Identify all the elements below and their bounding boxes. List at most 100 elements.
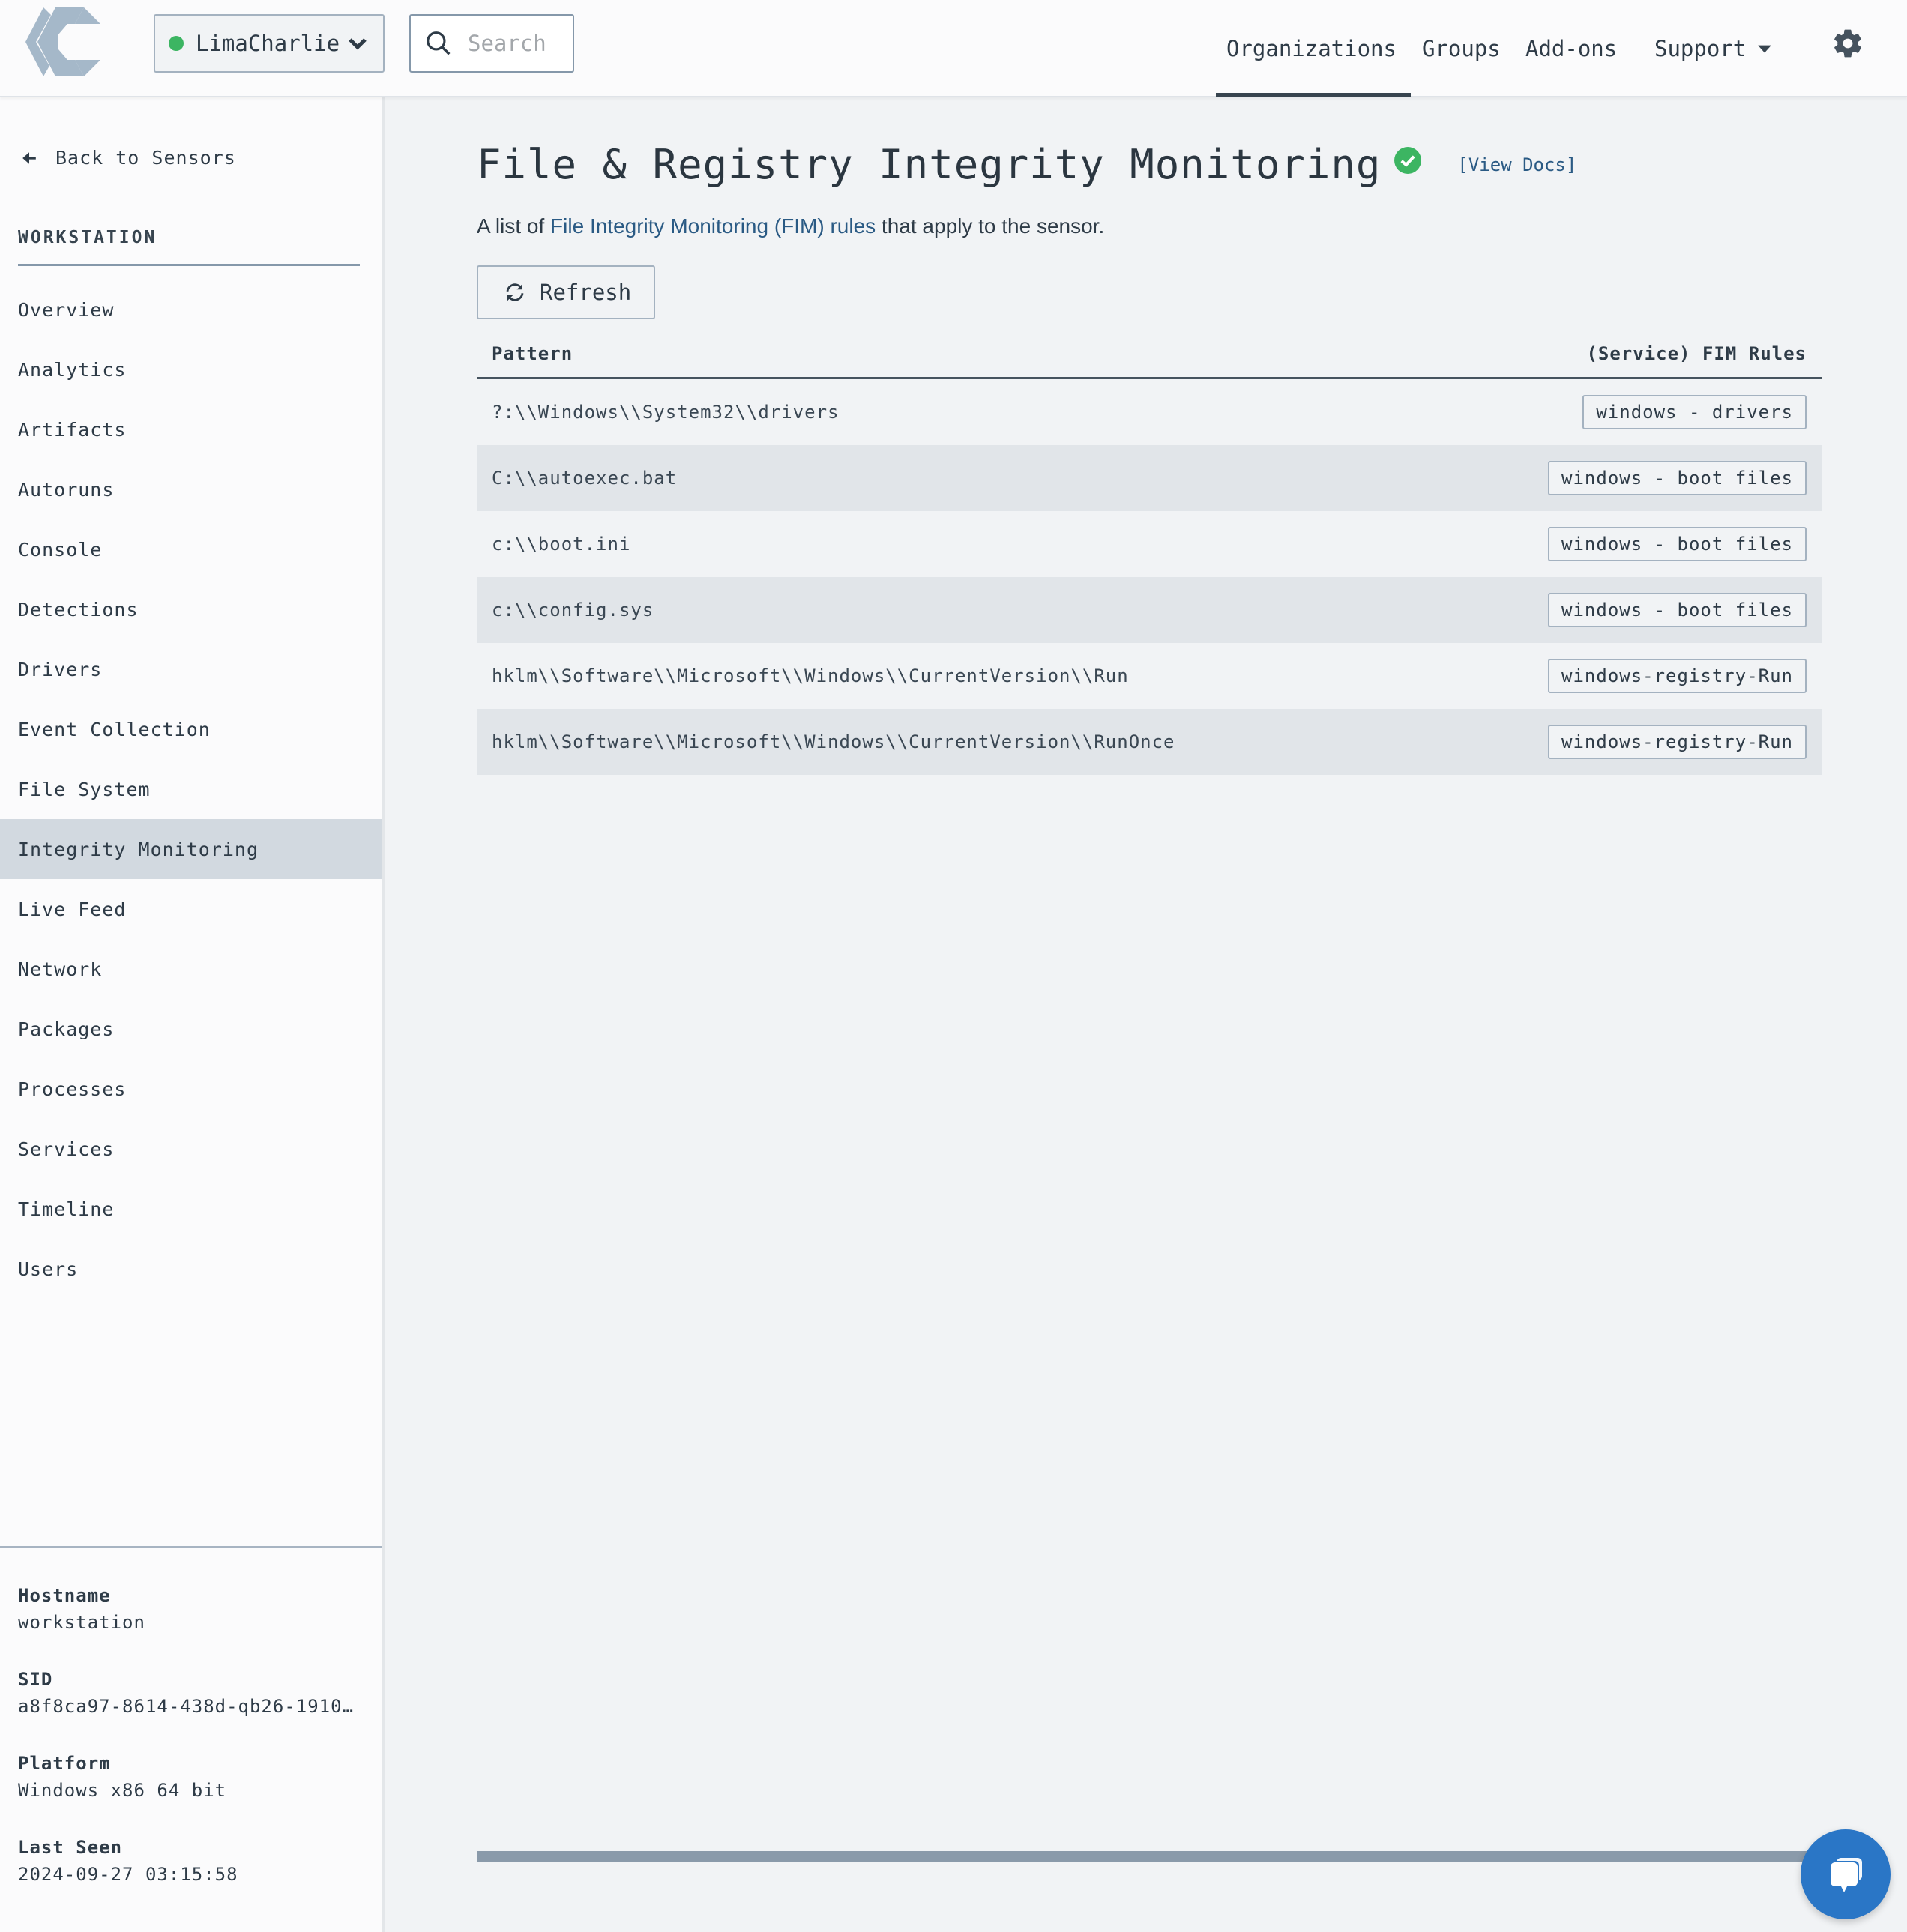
hostname-value: workstation: [18, 1612, 145, 1633]
search-input[interactable]: [468, 31, 558, 56]
caret-down-icon: [1758, 45, 1772, 53]
sidebar: Back to Sensors WORKSTATION Overview Ana…: [0, 97, 385, 1932]
platform-value: Windows x86 64 bit: [18, 1780, 227, 1801]
sidebar-item-label: Drivers: [18, 658, 103, 680]
section-divider: [18, 264, 360, 266]
sensor-details: Hostname workstation SID a8f8ca97-8614-4…: [18, 1585, 354, 1921]
sidebar-item-packages[interactable]: Packages: [0, 999, 382, 1059]
sidebar-item-network[interactable]: Network: [0, 939, 382, 999]
chevron-down-icon: [349, 38, 367, 50]
fim-rule-badge[interactable]: windows-registry-Run: [1548, 659, 1807, 693]
sidebar-item-integrity-monitoring[interactable]: Integrity Monitoring: [0, 819, 382, 879]
limacharlie-logo-icon[interactable]: [25, 6, 118, 78]
last-seen-label: Last Seen: [18, 1837, 123, 1858]
sidebar-item-services[interactable]: Services: [0, 1119, 382, 1179]
sidebar-item-label: Processes: [18, 1078, 127, 1100]
hostname-label: Hostname: [18, 1585, 111, 1606]
nav-groups[interactable]: Groups: [1422, 0, 1501, 97]
search-icon: [427, 31, 451, 55]
sidebar-item-timeline[interactable]: Timeline: [0, 1179, 382, 1239]
refresh-button[interactable]: Refresh: [477, 265, 655, 319]
nav-organizations[interactable]: Organizations: [1226, 0, 1397, 97]
title-row: File & Registry Integrity Monitoring [Vi…: [477, 141, 1576, 188]
sensor-section-title: WORKSTATION: [18, 228, 157, 247]
back-to-sensors-label: Back to Sensors: [55, 147, 236, 169]
pattern-cell: ?:\\Windows\\System32\\drivers: [492, 402, 840, 423]
fim-rule-badge[interactable]: windows - boot files: [1548, 593, 1807, 627]
page-title: File & Registry Integrity Monitoring: [477, 141, 1382, 188]
sid-value[interactable]: a8f8ca97-8614-438d-qb26-1910…: [18, 1696, 354, 1753]
sidebar-item-event-collection[interactable]: Event Collection: [0, 699, 382, 759]
gear-icon[interactable]: [1831, 27, 1864, 60]
back-to-sensors-link[interactable]: Back to Sensors: [21, 147, 236, 169]
pattern-cell: c:\\boot.ini: [492, 534, 631, 555]
column-header-pattern[interactable]: Pattern: [492, 343, 573, 364]
fim-rules-link[interactable]: File Integrity Monitoring (FIM) rules: [550, 214, 876, 238]
sidebar-item-label: Packages: [18, 1018, 115, 1040]
column-header-fim-rules[interactable]: (Service) FIM Rules: [1586, 343, 1807, 364]
nav-support-label: Support: [1654, 36, 1747, 61]
sidebar-item-analytics[interactable]: Analytics: [0, 339, 382, 399]
pattern-cell: c:\\config.sys: [492, 600, 654, 621]
table-row: ?:\\Windows\\System32\\drivers windows -…: [477, 379, 1822, 445]
check-circle-icon: [1394, 146, 1422, 174]
sidebar-item-label: Artifacts: [18, 418, 127, 441]
top-header: LimaCharlie Organizations Groups Add-ons…: [0, 0, 1907, 97]
refresh-label: Refresh: [540, 280, 632, 305]
nav-add-ons-label: Add-ons: [1525, 36, 1618, 61]
page-description: A list of File Integrity Monitoring (FIM…: [477, 214, 1104, 238]
sidebar-item-label: Live Feed: [18, 898, 127, 920]
chat-icon: [1831, 1858, 1862, 1892]
fim-rules-table: Pattern (Service) FIM Rules ?:\\Windows\…: [477, 330, 1822, 775]
org-status-dot: [169, 36, 184, 51]
sidebar-item-label: Timeline: [18, 1198, 115, 1220]
pattern-cell: C:\\autoexec.bat: [492, 468, 678, 489]
nav-active-indicator: [1216, 93, 1411, 97]
sidebar-item-label: Console: [18, 538, 103, 561]
fim-rule-badge[interactable]: windows - drivers: [1582, 395, 1807, 429]
sidebar-item-drivers[interactable]: Drivers: [0, 639, 382, 699]
sidebar-item-label: Event Collection: [18, 718, 211, 740]
view-docs-link[interactable]: [View Docs]: [1457, 154, 1576, 175]
sensor-menu: Overview Analytics Artifacts Autoruns Co…: [0, 280, 382, 1299]
sidebar-item-label: Analytics: [18, 358, 127, 381]
nav-organizations-label: Organizations: [1226, 36, 1397, 61]
details-divider: [0, 1546, 382, 1548]
sidebar-item-label: Overview: [18, 298, 115, 321]
sidebar-item-console[interactable]: Console: [0, 519, 382, 579]
sidebar-item-label: Autoruns: [18, 478, 115, 501]
description-suffix: that apply to the sensor.: [876, 214, 1105, 238]
sidebar-item-autoruns[interactable]: Autoruns: [0, 459, 382, 519]
nav-support[interactable]: Support: [1654, 0, 1773, 97]
chat-button[interactable]: [1801, 1829, 1891, 1919]
horizontal-scrollbar[interactable]: [477, 1851, 1834, 1862]
sidebar-item-label: Services: [18, 1138, 115, 1160]
table-row: c:\\boot.ini windows - boot files: [477, 511, 1822, 577]
sidebar-item-overview[interactable]: Overview: [0, 280, 382, 339]
pattern-cell: hklm\\Software\\Microsoft\\Windows\\Curr…: [492, 665, 1129, 686]
sidebar-item-label: Integrity Monitoring: [18, 838, 259, 860]
sidebar-item-detections[interactable]: Detections: [0, 579, 382, 639]
org-selector[interactable]: LimaCharlie: [154, 14, 385, 73]
fim-rule-badge[interactable]: windows-registry-Run: [1548, 725, 1807, 759]
search-box[interactable]: [409, 14, 574, 73]
sidebar-item-label: Network: [18, 958, 103, 980]
sidebar-item-processes[interactable]: Processes: [0, 1059, 382, 1119]
org-name: LimaCharlie: [196, 31, 340, 56]
fim-rule-badge[interactable]: windows - boot files: [1548, 527, 1807, 561]
platform-label: Platform: [18, 1753, 111, 1774]
table-header: Pattern (Service) FIM Rules: [477, 330, 1822, 379]
sidebar-item-file-system[interactable]: File System: [0, 759, 382, 819]
pattern-cell: hklm\\Software\\Microsoft\\Windows\\Curr…: [492, 731, 1175, 752]
sidebar-item-users[interactable]: Users: [0, 1239, 382, 1299]
sid-label: SID: [18, 1669, 53, 1690]
table-row: hklm\\Software\\Microsoft\\Windows\\Curr…: [477, 709, 1822, 775]
nav-add-ons[interactable]: Add-ons: [1525, 0, 1617, 97]
description-prefix: A list of: [477, 214, 551, 238]
nav-groups-label: Groups: [1422, 36, 1501, 61]
sidebar-item-artifacts[interactable]: Artifacts: [0, 399, 382, 459]
table-row: C:\\autoexec.bat windows - boot files: [477, 445, 1822, 511]
fim-rule-badge[interactable]: windows - boot files: [1548, 461, 1807, 495]
sidebar-item-live-feed[interactable]: Live Feed: [0, 879, 382, 939]
table-row: c:\\config.sys windows - boot files: [477, 577, 1822, 643]
